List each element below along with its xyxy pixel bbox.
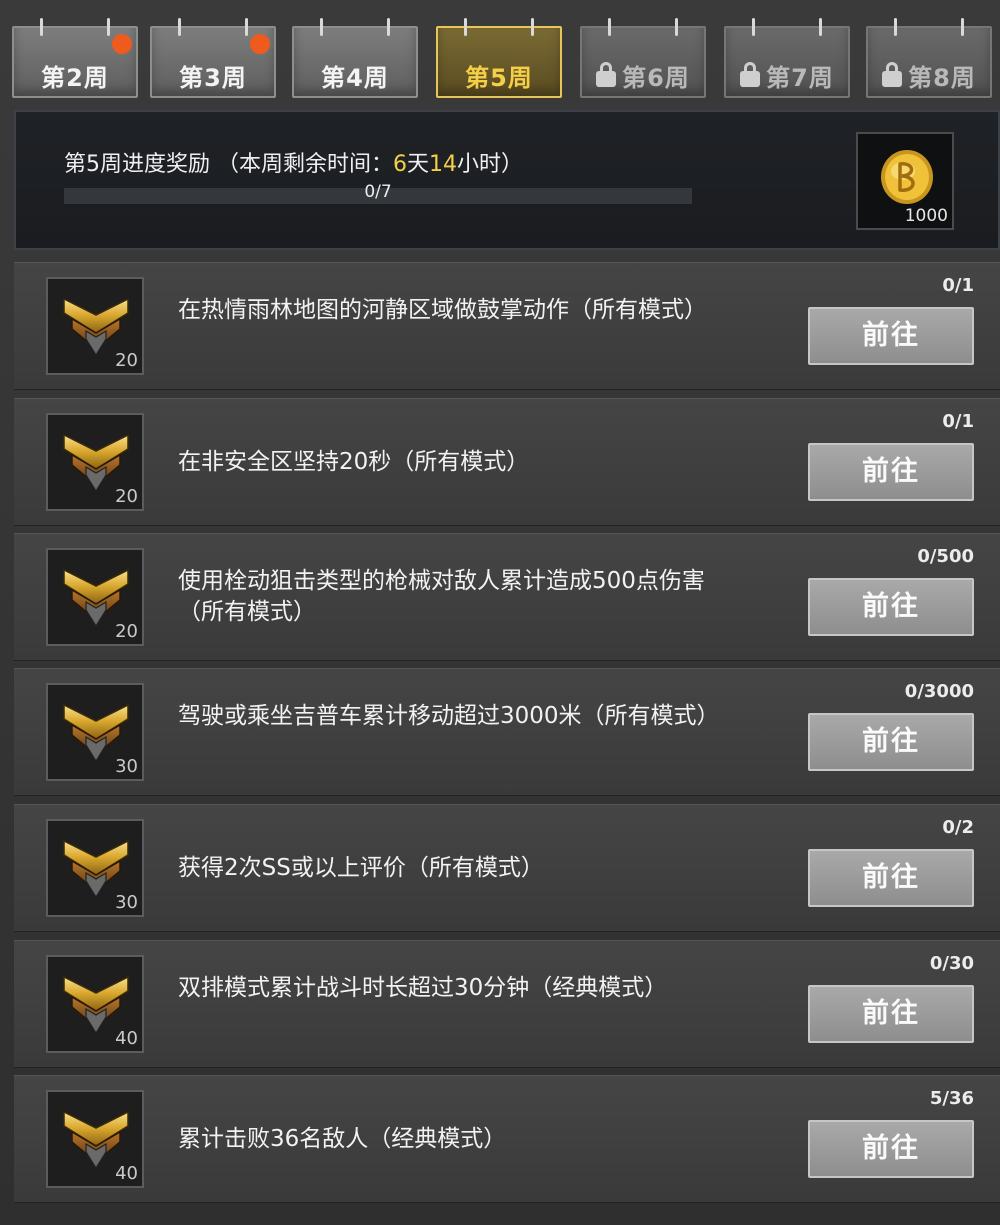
task-progress: 0/30 (929, 953, 974, 974)
binder-ring (387, 18, 390, 36)
task-row: 20 使用栓动狙击类型的枪械对敌人累计造成500点伤害（所有模式） 0/500 … (14, 533, 1000, 661)
task-reward-icon: 20 (46, 277, 144, 375)
bcoin-icon (881, 150, 933, 204)
go-button[interactable]: 前往 (808, 1120, 974, 1178)
task-progress: 0/2 (942, 817, 974, 838)
task-progress: 0/3000 (904, 681, 974, 702)
hours-unit: 小时 (457, 152, 502, 177)
tab-label: 第5周 (465, 64, 533, 92)
task-points: 30 (115, 892, 138, 913)
task-row: 30 获得2次SS或以上评价（所有模式） 0/2 前往 (14, 804, 1000, 932)
task-points: 20 (115, 350, 138, 371)
tab-week-3[interactable]: 第3周 (150, 18, 276, 98)
tab-label-wrap: 第8周 (868, 58, 990, 93)
tab-label: 第8周 (908, 64, 976, 92)
task-reward-icon: 40 (46, 955, 144, 1053)
go-button[interactable]: 前往 (808, 578, 974, 636)
lock-icon (740, 62, 761, 87)
task-description: 驾驶或乘坐吉普车累计移动超过3000米（所有模式） (178, 703, 720, 729)
task-points: 40 (115, 1163, 138, 1184)
task-reward-icon: 20 (46, 413, 144, 511)
go-button[interactable]: 前往 (808, 307, 974, 365)
progress-reward[interactable]: 1000 (856, 132, 954, 230)
lock-icon (596, 62, 617, 87)
binder-ring (464, 18, 467, 36)
binder-ring (608, 18, 611, 36)
tab-label: 第7周 (766, 64, 834, 92)
tab-label: 第6周 (622, 64, 690, 92)
task-row: 40 双排模式累计战斗时长超过30分钟（经典模式） 0/30 前往 (14, 940, 1000, 1068)
progress-text: 0/7 (364, 182, 392, 202)
week-tabs: 第2周 第3周 第4周 第5周 第6周 第7周 第8周 (12, 18, 1000, 100)
progress-title: 第5周进度奖励 （本周剩余时间：6天14小时） (64, 146, 523, 178)
tab-week-8[interactable]: 第8周 (866, 18, 992, 98)
remaining-days: 6 (393, 152, 407, 177)
binder-ring (675, 18, 678, 36)
task-description: 使用栓动狙击类型的枪械对敌人累计造成500点伤害（所有模式） (178, 568, 705, 625)
task-reward-icon: 20 (46, 548, 144, 646)
task-row: 20 在热情雨林地图的河静区域做鼓掌动作（所有模式） 0/1 前往 (14, 262, 1000, 390)
task-reward-icon: 40 (46, 1090, 144, 1188)
progress-title-prefix: 第5周进度奖励 （本周剩余时间： (64, 152, 393, 177)
days-unit: 天 (407, 152, 430, 177)
remaining-hours: 14 (429, 152, 458, 177)
weekly-missions-screen: 第2周 第3周 第4周 第5周 第6周 第7周 第8周 第5周进度奖励 （本周剩… (0, 0, 1000, 1225)
task-row: 40 累计击败36名敌人（经典模式） 5/36 前往 (14, 1075, 1000, 1203)
tab-week-5[interactable]: 第5周 (436, 18, 562, 98)
task-progress: 5/36 (929, 1088, 974, 1109)
binder-ring (245, 18, 248, 36)
task-reward-icon: 30 (46, 819, 144, 917)
tab-week-7[interactable]: 第7周 (724, 18, 850, 98)
go-button[interactable]: 前往 (808, 985, 974, 1043)
task-points: 40 (115, 1028, 138, 1049)
binder-ring (752, 18, 755, 36)
binder-ring (961, 18, 964, 36)
go-button[interactable]: 前往 (808, 849, 974, 907)
binder-ring (107, 18, 110, 36)
task-description: 在非安全区坚持20秒（所有模式） (178, 449, 530, 475)
tab-label-wrap: 第7周 (726, 58, 848, 93)
tab-week-6[interactable]: 第6周 (580, 18, 706, 98)
binder-ring (894, 18, 897, 36)
progress-bar: 0/7 (64, 182, 692, 204)
notification-dot (250, 34, 270, 54)
tab-label: 第2周 (41, 64, 109, 92)
binder-ring (320, 18, 323, 36)
notification-dot (112, 34, 132, 54)
task-reward-icon: 30 (46, 683, 144, 781)
task-progress: 0/500 (917, 546, 974, 567)
task-row: 30 驾驶或乘坐吉普车累计移动超过3000米（所有模式） 0/3000 前往 (14, 668, 1000, 796)
reward-count: 1000 (904, 206, 948, 226)
go-button[interactable]: 前往 (808, 443, 974, 501)
task-points: 20 (115, 486, 138, 507)
binder-ring (819, 18, 822, 36)
task-row: 20 在非安全区坚持20秒（所有模式） 0/1 前往 (14, 398, 1000, 526)
task-points: 20 (115, 621, 138, 642)
task-description: 获得2次SS或以上评价（所有模式） (178, 855, 544, 881)
progress-title-suffix: ） (501, 152, 524, 177)
tab-week-4[interactable]: 第4周 (292, 18, 418, 98)
tab-week-2[interactable]: 第2周 (12, 18, 138, 98)
lock-icon (882, 62, 903, 87)
week-progress-panel: 第5周进度奖励 （本周剩余时间：6天14小时） 0/7 1000 (14, 110, 1000, 250)
task-description: 累计击败36名敌人（经典模式） (178, 1126, 507, 1152)
go-button[interactable]: 前往 (808, 713, 974, 771)
binder-ring (178, 18, 181, 36)
tab-label: 第4周 (321, 64, 389, 92)
task-description: 在热情雨林地图的河静区域做鼓掌动作（所有模式） (178, 297, 707, 323)
task-description: 双排模式累计战斗时长超过30分钟（经典模式） (178, 975, 668, 1001)
tab-label-wrap: 第6周 (582, 58, 704, 93)
tab-label: 第3周 (179, 64, 247, 92)
task-progress: 0/1 (942, 411, 974, 432)
binder-ring (531, 18, 534, 36)
task-points: 30 (115, 756, 138, 777)
binder-ring (40, 18, 43, 36)
task-progress: 0/1 (942, 275, 974, 296)
